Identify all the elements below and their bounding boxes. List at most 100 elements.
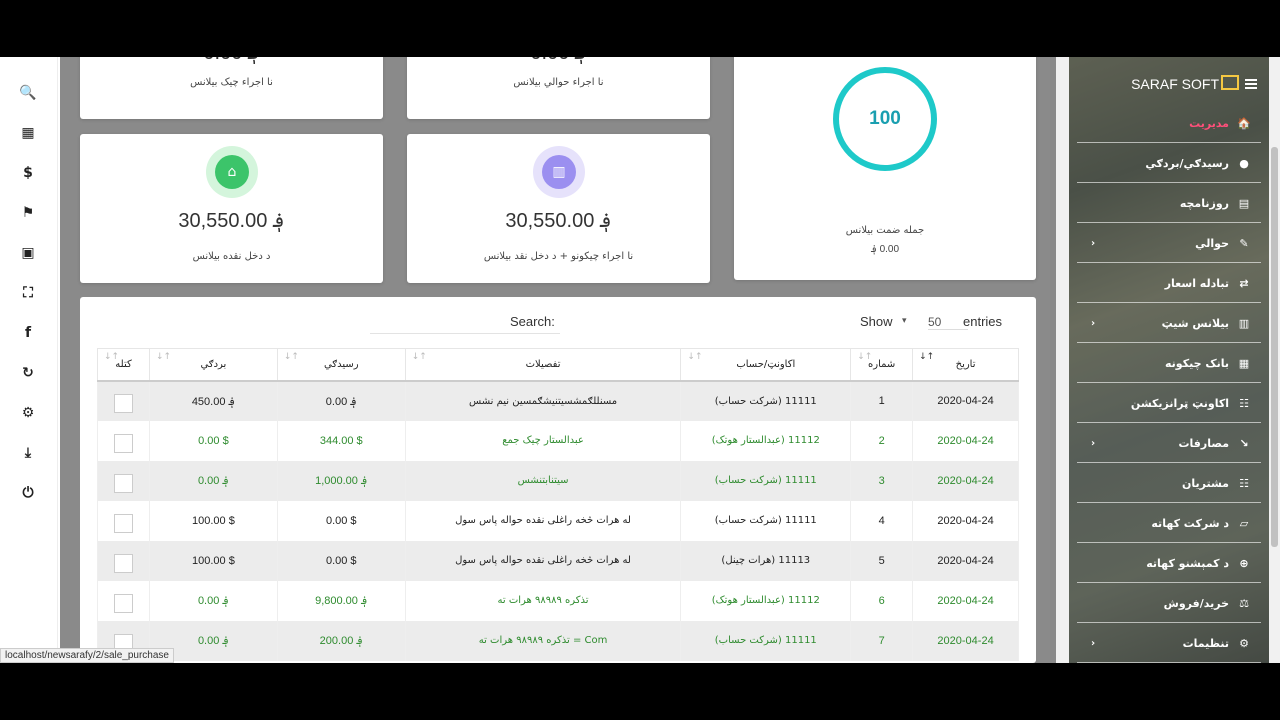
cell-paid: ؋ 450.00 xyxy=(148,380,278,421)
hamburger-icon[interactable] xyxy=(1245,79,1257,89)
cell-select xyxy=(97,420,150,461)
cell-no: 4 xyxy=(850,500,914,541)
calendar-icon[interactable]: ▣ xyxy=(14,239,42,267)
expenses-icon: ↘ xyxy=(1239,437,1249,450)
row-checkbox[interactable] xyxy=(113,433,133,453)
table-row[interactable]: 2020-04-24 5 11113 (هرات چینل) له هرات څخه … xyxy=(97,540,1019,581)
download-icon[interactable]: ⤓ xyxy=(14,439,42,467)
table-row[interactable]: 2020-04-24 7 11111 (شرکت حساب) Com = تذکره … xyxy=(97,620,1019,661)
cell-received: $ 344.00 xyxy=(276,420,406,461)
gear-icon[interactable]: ⚙ xyxy=(14,399,42,427)
cell-paid: $ 0.00 xyxy=(148,420,278,461)
row-checkbox[interactable] xyxy=(113,513,133,533)
chart-icon: ▥ xyxy=(542,155,576,189)
cell-details: سیتنابتنشس xyxy=(404,460,682,501)
sale-purchase-icon: ⚖ xyxy=(1239,597,1249,610)
content-gutter xyxy=(1056,57,1069,663)
sidebar-item-sale-purchase[interactable]: ⚖ خرید/فروش xyxy=(1077,585,1261,623)
sort-icon[interactable]: ↑↓ xyxy=(857,352,872,362)
table-row[interactable]: 2020-04-24 2 11112 (عبدالستار هوتک) عبدالست… xyxy=(97,420,1019,461)
sidebar-item-transfers[interactable]: ✎ حوالي ‹ xyxy=(1077,225,1261,263)
sidebar-item-label: مدیریت xyxy=(1189,117,1229,130)
search-icon[interactable]: 🔍 xyxy=(14,79,42,107)
cell-no: 5 xyxy=(850,540,914,581)
sidebar-item-commission-ledger[interactable]: ⊕ د کمېشنو کهاته xyxy=(1077,545,1261,583)
sidebar-item-exchange[interactable]: ⇄ تبادله اسعار xyxy=(1077,265,1261,303)
guarantee-balance-label: جمله ضمت بیلانس xyxy=(845,225,925,236)
grid-icon[interactable]: ▦ xyxy=(14,119,42,147)
column-header[interactable]: اکاونټ/حساب ↑↓ xyxy=(680,348,852,382)
cash-balance-label: د دخل نقده بیلانس xyxy=(192,251,271,262)
cash-balance-card: ⌂ 30,550.00 ؋ د دخل نقده بیلانس xyxy=(80,134,383,283)
table-row[interactable]: 2020-04-24 3 11111 (شرکت حساب) سیتنابتنشس ؋ … xyxy=(97,460,1019,501)
sidebar-item-account-transactions[interactable]: ☷ اکاونټ ټرانزیکشن xyxy=(1077,385,1261,423)
refresh-icon[interactable]: ↻ xyxy=(14,359,42,387)
sort-icon[interactable]: ↑↓ xyxy=(412,352,427,362)
column-header[interactable]: کتله ↑↓ xyxy=(97,348,150,382)
row-checkbox[interactable] xyxy=(113,473,133,493)
vertical-scrollbar[interactable] xyxy=(1269,57,1280,663)
sidebar-item-home[interactable]: 🏠 مدیریت xyxy=(1077,105,1261,143)
column-header-label: تفصیلات xyxy=(525,358,561,370)
search-input[interactable] xyxy=(370,333,560,334)
column-header[interactable]: بردګي ↑↓ xyxy=(148,348,278,382)
column-header[interactable]: رسیدګي ↑↓ xyxy=(276,348,406,382)
sort-icon[interactable]: ↑↓ xyxy=(156,352,171,362)
sidebar-item-balance-sheet[interactable]: ▥ بیلانس شیټ ‹ xyxy=(1077,305,1261,343)
transfers-icon: ✎ xyxy=(1239,237,1249,250)
sort-icon[interactable]: ↑↓ xyxy=(284,352,299,362)
chevron-down-icon[interactable]: ▾ xyxy=(902,315,907,326)
sidebar-item-expenses[interactable]: ↘ مصارفات ‹ xyxy=(1077,425,1261,463)
cell-date: 2020-04-24 xyxy=(912,540,1019,581)
column-header[interactable]: تفصیلات ↑↓ xyxy=(404,348,682,382)
bank-cheques-icon: ▦ xyxy=(1238,357,1250,370)
dollar-icon[interactable]: $ xyxy=(14,159,42,187)
entries-select[interactable]: 50 xyxy=(928,315,968,330)
table-body: 2020-04-24 1 11111 (شرکت حساب) مسنللګمشسیتن… xyxy=(97,380,1019,661)
sidebar-item-label: د شرکت کهاته xyxy=(1151,517,1229,530)
sort-icon[interactable]: ↑↓ xyxy=(104,352,119,362)
cell-received: $ 0.00 xyxy=(276,540,406,581)
cheque-cash-balance-card: ▥ 30,550.00 ؋ نا اجراء چیکونو + د دخل نق… xyxy=(407,134,710,283)
transactions-panel: Show ▾ 50 entries Search: تاریخ ↑↓ شماره ↑↓… xyxy=(80,297,1036,663)
table-row[interactable]: 2020-04-24 1 11111 (شرکت حساب) مسنللګمشسیتن… xyxy=(97,380,1019,421)
sidebar-item-label: خرید/فروش xyxy=(1163,597,1229,610)
sidebar-item-label: اکاونټ ټرانزیکشن xyxy=(1130,397,1229,410)
facebook-icon[interactable]: f xyxy=(14,319,42,347)
cell-select xyxy=(97,540,150,581)
bank-icon: ⌂ xyxy=(215,155,249,189)
row-checkbox[interactable] xyxy=(113,394,133,413)
table-row[interactable]: 2020-04-24 4 11111 (شرکت حساب) له هرات څخه … xyxy=(97,500,1019,541)
flag-icon[interactable]: ⚑ xyxy=(14,199,42,227)
row-checkbox[interactable] xyxy=(113,593,133,613)
cell-select xyxy=(97,580,150,621)
cell-no: 7 xyxy=(850,620,914,661)
cell-details: له هرات څخه راغلی نقده حواله پاس سول xyxy=(404,540,682,581)
sort-icon[interactable]: ↑↓ xyxy=(687,352,702,362)
sidebar-item-journal[interactable]: ▤ روزنامچه xyxy=(1077,185,1261,223)
sidebar-item-company-ledger[interactable]: ▱ د شرکت کهاته xyxy=(1077,505,1261,543)
cell-paid: $ 100.00 xyxy=(148,500,278,541)
cell-account: 11113 (هرات چینل) xyxy=(680,540,852,581)
sidebar-item-label: رسیدګي/بردګي xyxy=(1145,157,1229,170)
column-header[interactable]: شماره ↑↓ xyxy=(850,348,914,382)
guarantee-balance-amount: 0.00 ؋ xyxy=(870,244,900,255)
sort-icon[interactable]: ↑↓ xyxy=(919,352,934,362)
cell-paid: ؋ 0.00 xyxy=(148,460,278,501)
sidebar-item-settings[interactable]: ⚙ تنظیمات ‹ xyxy=(1077,625,1261,663)
power-icon[interactable]: ⏻ xyxy=(14,479,42,507)
sidebar: SARAF SOFT 🏠 مدیریت ● رسیدګي/بردګي ▤ روزنامچه… xyxy=(1069,57,1269,663)
map-icon[interactable]: ⛶ xyxy=(14,279,42,307)
sidebar-item-receipts[interactable]: ● رسیدګي/بردګي xyxy=(1077,145,1261,183)
cell-account: 11111 (شرکت حساب) xyxy=(680,500,852,541)
table-row[interactable]: 2020-04-24 6 11112 (عبدالستار هوتک) تذکره ۹… xyxy=(97,580,1019,621)
scrollbar-thumb[interactable] xyxy=(1271,147,1278,547)
sidebar-item-bank-cheques[interactable]: ▦ بانک چیکونه xyxy=(1077,345,1261,383)
chevron-left-icon: ‹ xyxy=(1091,438,1096,449)
cell-select xyxy=(97,460,150,501)
column-header-label: اکاونټ/حساب xyxy=(736,358,796,370)
pending-cheque-label: نا اجراء چیک بیلانس xyxy=(190,77,273,88)
sidebar-item-customers[interactable]: ☷ مشتریان xyxy=(1077,465,1261,503)
column-header[interactable]: تاریخ ↑↓ xyxy=(912,348,1019,382)
row-checkbox[interactable] xyxy=(113,553,133,573)
